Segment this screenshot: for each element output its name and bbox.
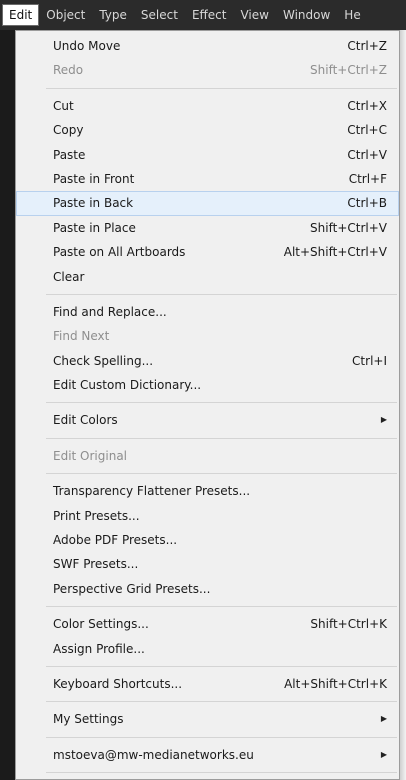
menu-item-label: Keyboard Shortcuts... xyxy=(53,676,183,691)
menu-help[interactable]: He xyxy=(337,4,367,26)
menu-item-label: Paste on All Artboards xyxy=(53,245,186,260)
menu-item-adobe-pdf-presets[interactable]: Adobe PDF Presets... xyxy=(16,528,399,552)
menu-item-find-next: Find Next xyxy=(16,324,399,348)
menu-item-edit-custom-dictionary[interactable]: Edit Custom Dictionary... xyxy=(16,373,399,397)
menu-separator xyxy=(46,87,397,89)
menu-item-label: Undo Move xyxy=(53,39,121,53)
menu-item-label: Color Settings... xyxy=(53,617,149,632)
menu-item-edit-colors[interactable]: Edit Colors ▶ xyxy=(16,408,399,432)
menu-effect[interactable]: Effect xyxy=(185,4,234,26)
menu-item-shortcut: Shift+Ctrl+V xyxy=(310,220,387,235)
menu-item-keyboard-shortcuts[interactable]: Keyboard Shortcuts... Alt+Shift+Ctrl+K xyxy=(16,672,399,696)
menu-item-swf-presets[interactable]: SWF Presets... xyxy=(16,552,399,576)
menu-item-shortcut: Ctrl+I xyxy=(352,353,387,368)
menu-item-undo-move[interactable]: Undo Move Ctrl+Z xyxy=(16,34,399,58)
menu-item-color-settings[interactable]: Color Settings... Shift+Ctrl+K xyxy=(16,612,399,636)
menu-separator xyxy=(46,772,397,774)
menu-item-my-settings[interactable]: My Settings ▶ xyxy=(16,707,399,731)
menu-item-label: Find and Replace... xyxy=(53,304,167,319)
menu-item-mstoeva-mw-medianetworks-eu[interactable]: mstoeva@mw-medianetworks.eu ▶ xyxy=(16,743,399,767)
menu-item-label: Paste xyxy=(53,147,86,162)
menu-item-redo: Redo Shift+Ctrl+Z xyxy=(16,58,399,82)
menu-separator xyxy=(46,402,397,404)
menu-item-perspective-grid-presets[interactable]: Perspective Grid Presets... xyxy=(16,577,399,601)
menu-item-paste-in-back[interactable]: Paste in Back Ctrl+B xyxy=(16,191,399,216)
menu-item-label: SWF Presets... xyxy=(53,557,139,572)
menu-item-shortcut: Shift+Ctrl+K xyxy=(310,617,387,632)
menu-window[interactable]: Window xyxy=(276,4,337,26)
menu-item-shortcut: Ctrl+Z xyxy=(347,39,387,53)
menu-item-label: Print Presets... xyxy=(53,508,140,523)
menu-item-paste-in-front[interactable]: Paste in Front Ctrl+F xyxy=(16,167,399,191)
menu-item-label: Edit Original xyxy=(53,448,128,463)
menu-item-label: Assign Profile... xyxy=(53,641,145,656)
menu-separator xyxy=(46,736,397,738)
menu-item-label: Find Next xyxy=(53,329,110,344)
menu-item-label: Adobe PDF Presets... xyxy=(53,533,178,548)
menu-item-shortcut: Ctrl+V xyxy=(347,147,387,162)
menu-item-check-spelling[interactable]: Check Spelling... Ctrl+I xyxy=(16,349,399,373)
menu-item-paste-in-place[interactable]: Paste in Place Shift+Ctrl+V xyxy=(16,216,399,240)
menu-edit[interactable]: Edit xyxy=(2,4,40,26)
menu-item-cut[interactable]: Cut Ctrl+X xyxy=(16,94,399,118)
menu-item-shortcut: Ctrl+B xyxy=(347,196,387,211)
menu-item-assign-profile[interactable]: Assign Profile... xyxy=(16,637,399,661)
menu-item-paste[interactable]: Paste Ctrl+V xyxy=(16,143,399,167)
menu-item-paste-on-all-artboards[interactable]: Paste on All Artboards Alt+Shift+Ctrl+V xyxy=(16,240,399,264)
menu-separator xyxy=(46,701,397,703)
menu-item-shortcut: Alt+Shift+Ctrl+K xyxy=(284,676,387,691)
menu-item-label: My Settings xyxy=(53,712,124,727)
submenu-arrow-icon: ▶ xyxy=(380,749,387,759)
menu-item-shortcut: Ctrl+C xyxy=(347,123,387,138)
menu-separator xyxy=(46,606,397,608)
menu-item-edit-original: Edit Original xyxy=(16,444,399,468)
menu-item-copy[interactable]: Copy Ctrl+C xyxy=(16,118,399,142)
menu-item-label: Edit Custom Dictionary... xyxy=(53,378,202,393)
menu-item-label: Clear xyxy=(53,269,85,284)
menu-bar: Edit Object Type Select Effect View Wind… xyxy=(0,0,406,30)
submenu-arrow-icon: ▶ xyxy=(380,415,387,425)
menu-separator xyxy=(46,437,397,439)
menu-separator xyxy=(46,665,397,667)
menu-item-shortcut: Shift+Ctrl+Z xyxy=(310,63,387,78)
menu-item-shortcut: Ctrl+X xyxy=(347,98,387,113)
menu-item-label: Redo xyxy=(53,63,84,78)
menu-item-transparency-flattener-presets[interactable]: Transparency Flattener Presets... xyxy=(16,479,399,503)
menu-object[interactable]: Object xyxy=(39,4,92,26)
menu-item-label: mstoeva@mw-medianetworks.eu xyxy=(53,747,254,762)
menu-item-label: Paste in Place xyxy=(53,220,136,235)
submenu-arrow-icon: ▶ xyxy=(380,714,387,724)
menu-view[interactable]: View xyxy=(233,4,275,26)
dropdown-shadow xyxy=(400,30,406,780)
menu-item-clear[interactable]: Clear xyxy=(16,265,399,289)
menu-separator xyxy=(46,473,397,475)
menu-item-print-presets[interactable]: Print Presets... xyxy=(16,504,399,528)
menu-item-label: Edit Colors xyxy=(53,413,118,428)
background-panel xyxy=(0,30,15,780)
menu-separator xyxy=(46,293,397,295)
menu-item-label: Perspective Grid Presets... xyxy=(53,581,211,596)
menu-item-shortcut: Ctrl+F xyxy=(348,171,387,186)
menu-item-label: Copy xyxy=(53,123,84,138)
menu-item-label: Paste in Back xyxy=(53,196,134,211)
menu-type[interactable]: Type xyxy=(92,4,134,26)
menu-item-label: Check Spelling... xyxy=(53,353,154,368)
menu-item-label: Paste in Front xyxy=(53,171,135,186)
menu-item-label: Cut xyxy=(53,98,74,113)
menu-select[interactable]: Select xyxy=(134,4,185,26)
menu-item-find-and-replace[interactable]: Find and Replace... xyxy=(16,300,399,324)
edit-menu-dropdown: Undo Move Ctrl+Z Redo Shift+Ctrl+Z Cut Ctrl+X… xyxy=(15,30,400,780)
menu-item-shortcut: Alt+Shift+Ctrl+V xyxy=(283,245,387,260)
menu-item-label: Transparency Flattener Presets... xyxy=(53,484,251,499)
